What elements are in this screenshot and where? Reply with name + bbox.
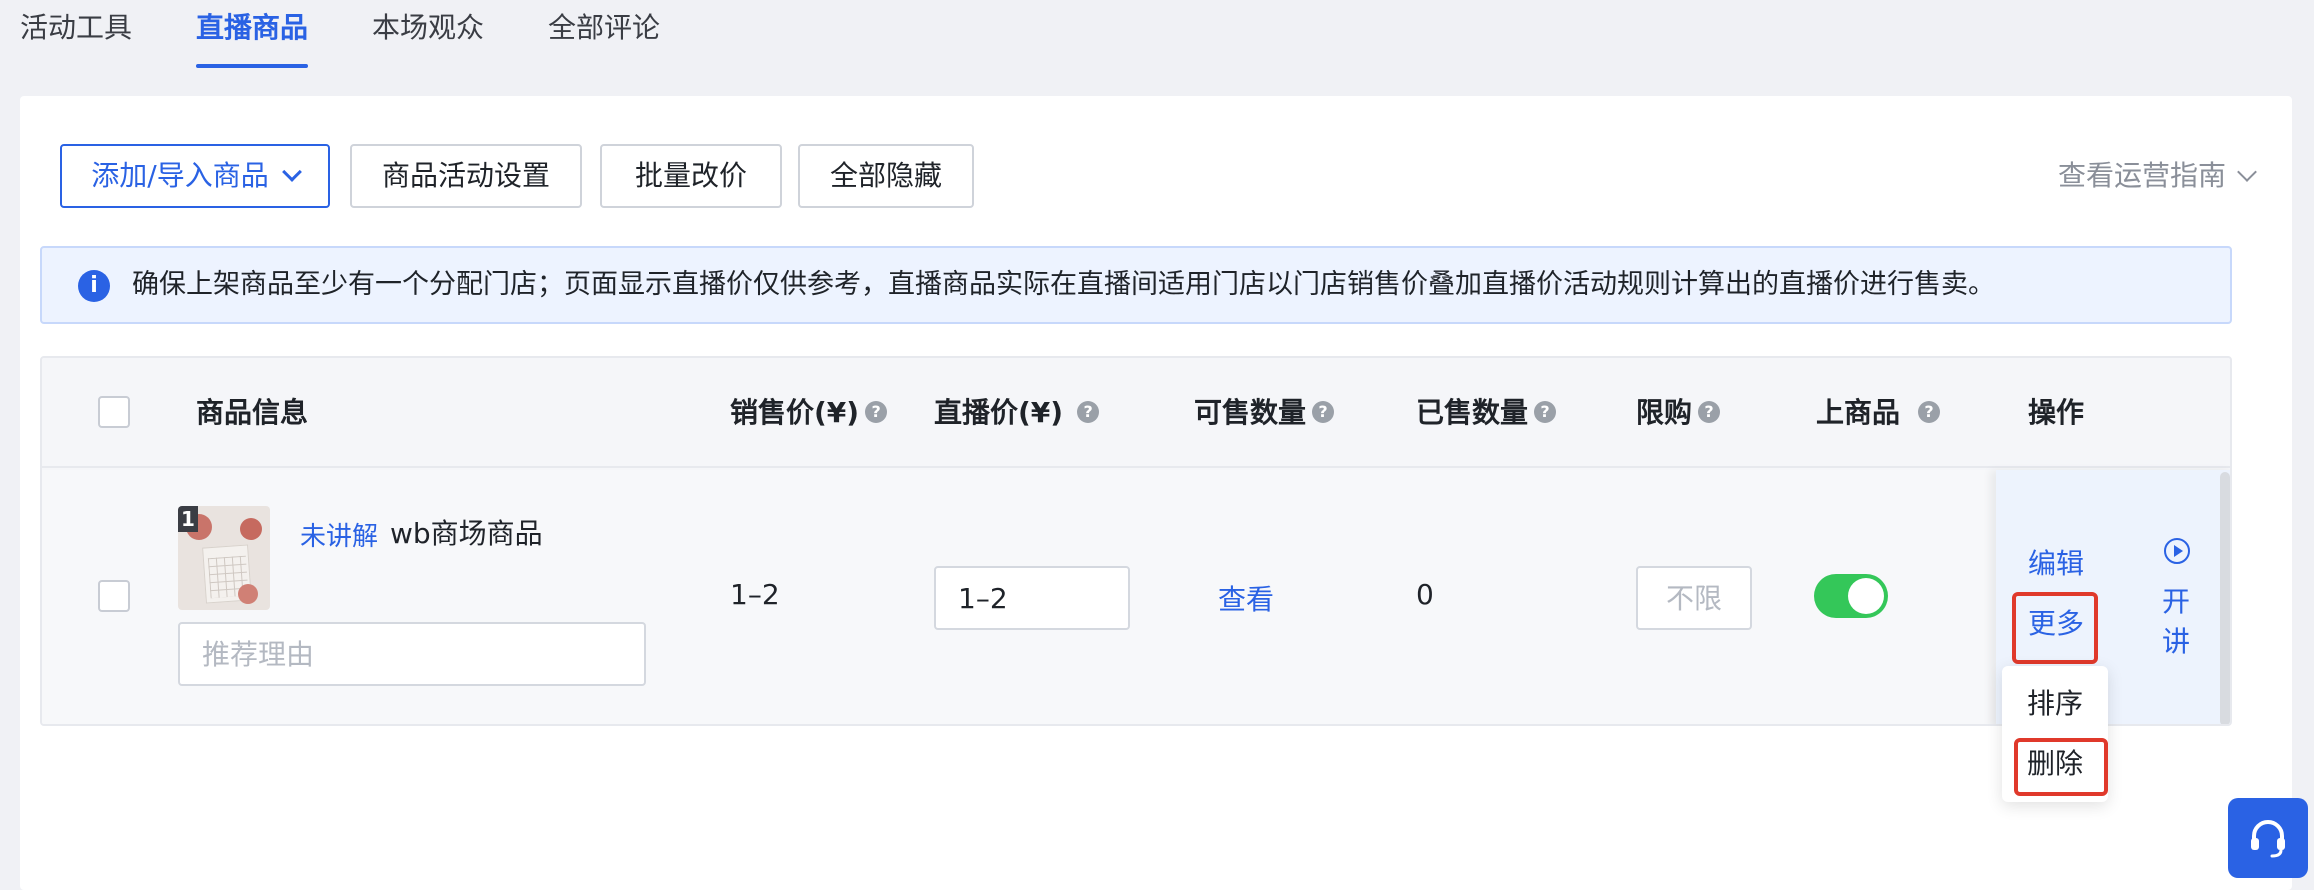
header-sale-price-label: 销售价(¥) xyxy=(730,396,860,429)
table-row: 1 未讲解 wb商场商品 1–2 查看 0 编辑 更多 开 讲 xyxy=(42,470,2230,724)
guide-label: 查看运营指南 xyxy=(2057,159,2226,192)
tab-bar: 活动工具 直播商品 本场观众 全部评论 xyxy=(0,0,2314,72)
notice-banner: i 确保上架商品至少有一个分配门店；页面显示直播价仅供参考，直播商品实际在直播间… xyxy=(40,246,2232,324)
product-index-badge: 1 xyxy=(178,506,198,532)
thumbnail-shape xyxy=(238,584,258,604)
notice-text: 确保上架商品至少有一个分配门店；页面显示直播价仅供参考，直播商品实际在直播间适用… xyxy=(132,269,1995,300)
live-price-input[interactable] xyxy=(934,566,1130,630)
header-live-price: 直播价(¥)? xyxy=(934,358,1100,468)
delete-highlight-box xyxy=(2014,738,2108,796)
thumbnail-shape xyxy=(240,518,262,540)
header-on-shelf: 上商品? xyxy=(1816,358,1941,468)
help-icon[interactable]: ? xyxy=(1077,401,1100,423)
tab-live-products[interactable]: 直播商品 xyxy=(196,6,309,68)
headset-icon xyxy=(2251,820,2285,858)
help-icon[interactable]: ? xyxy=(865,401,888,423)
scrollbar[interactable] xyxy=(2220,472,2230,724)
header-sale-price: 销售价(¥)? xyxy=(730,358,888,468)
header-sold-qty: 已售数量? xyxy=(1416,358,1557,468)
help-icon[interactable]: ? xyxy=(1918,401,1941,423)
chevron-down-icon xyxy=(281,162,302,182)
purchase-limit-input[interactable] xyxy=(1636,566,1752,630)
header-product-info: 商品信息 xyxy=(196,396,309,429)
hide-all-button[interactable]: 全部隐藏 xyxy=(798,144,974,208)
sale-price-value: 1–2 xyxy=(730,578,780,611)
product-table: 商品信息 销售价(¥)? 直播价(¥)? 可售数量? 已售数量? 限购? 上商品… xyxy=(40,356,2232,726)
tab-all-comments[interactable]: 全部评论 xyxy=(548,6,660,66)
header-available-qty: 可售数量? xyxy=(1194,358,1335,468)
header-on-shelf-label: 上商品 xyxy=(1816,396,1901,429)
edit-link[interactable]: 编辑 xyxy=(2028,542,2084,582)
header-actions: 操作 xyxy=(2028,396,2085,429)
menu-item-sort[interactable]: 排序 xyxy=(2002,682,2108,722)
add-import-button[interactable]: 添加/导入商品 xyxy=(60,144,330,208)
header-limit: 限购? xyxy=(1636,358,1721,468)
sold-qty-value: 0 xyxy=(1416,578,1434,611)
play-circle-icon[interactable] xyxy=(2164,538,2190,564)
select-all-checkbox[interactable] xyxy=(98,396,130,428)
help-icon[interactable]: ? xyxy=(1534,401,1557,423)
view-available-qty-link[interactable]: 查看 xyxy=(1218,578,1274,618)
recommend-reason-input[interactable] xyxy=(178,622,646,686)
operations-guide-link[interactable]: 查看运营指南 xyxy=(2057,152,2257,200)
customer-service-button[interactable] xyxy=(2228,798,2308,878)
help-icon[interactable]: ? xyxy=(1698,401,1721,423)
table-header: 商品信息 销售价(¥)? 直播价(¥)? 可售数量? 已售数量? 限购? 上商品… xyxy=(42,358,2230,468)
on-shelf-toggle[interactable] xyxy=(1814,574,1888,618)
help-icon[interactable]: ? xyxy=(1312,401,1335,423)
product-thumbnail[interactable]: 1 xyxy=(178,506,270,610)
tab-activity-tools[interactable]: 活动工具 xyxy=(20,6,132,66)
explain-status: 未讲解 xyxy=(300,522,379,552)
tab-audience[interactable]: 本场观众 xyxy=(372,6,484,66)
start-explain-label[interactable]: 讲 xyxy=(2162,620,2190,660)
batch-price-button[interactable]: 批量改价 xyxy=(600,144,782,208)
row-checkbox[interactable] xyxy=(98,580,130,612)
header-available-qty-label: 可售数量 xyxy=(1194,396,1307,429)
header-limit-label: 限购 xyxy=(1636,396,1693,429)
info-icon: i xyxy=(78,270,110,302)
chevron-down-icon xyxy=(2237,162,2257,182)
start-explain-label[interactable]: 开 xyxy=(2162,580,2190,620)
activity-settings-button[interactable]: 商品活动设置 xyxy=(350,144,582,208)
header-live-price-label: 直播价(¥) xyxy=(934,396,1064,429)
product-name: wb商场商品 xyxy=(390,517,543,550)
more-highlight-box xyxy=(2012,592,2098,664)
add-import-label: 添加/导入商品 xyxy=(91,159,269,192)
header-sold-qty-label: 已售数量 xyxy=(1416,396,1529,429)
